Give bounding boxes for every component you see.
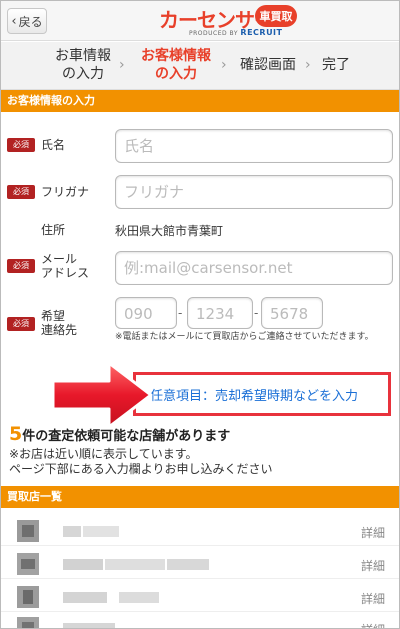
shop-thumbnail — [17, 617, 39, 628]
shop-count-text: 件の査定依頼可能な店舗があります — [22, 429, 231, 444]
back-label: 戻る — [18, 14, 43, 29]
shop-list-header: 買取店一覧 — [1, 486, 399, 508]
phone-input-3[interactable]: 5678 — [261, 297, 323, 329]
progress-steps: お車情報 の入力 › お客様情報 の入力 › 確認画面 › 完了 — [1, 42, 399, 90]
required-badge: 必須 — [7, 138, 35, 152]
shop-detail-link[interactable]: 詳細 — [361, 524, 385, 541]
name-label: 氏名 — [41, 138, 66, 152]
optional-items-box: 任意項目：売却希望時期などを入力 — [133, 372, 391, 416]
email-input[interactable]: 例:mail@carsensor.net — [115, 251, 393, 285]
address-label: 住所 — [41, 223, 66, 237]
required-badge: 必須 — [7, 317, 35, 331]
shop-detail-link[interactable]: 詳細 — [361, 557, 385, 574]
furigana-label: フリガナ — [41, 185, 90, 199]
chevron-right-icon: › — [221, 57, 227, 73]
pointing-arrow-icon — [51, 361, 153, 429]
step-confirm: 確認画面 — [240, 57, 296, 73]
required-badge: 必須 — [7, 259, 35, 273]
shop-detail-link[interactable]: 詳細 — [361, 590, 385, 607]
address-value: 秋田県大館市青葉町 — [115, 224, 224, 238]
step-car-info: お車情報 の入力 — [55, 48, 111, 82]
page-frame: ‹ 戻る カーセンサー 車買取 PRODUCED BY RECRUIT お車情報… — [0, 0, 400, 629]
shop-row[interactable]: 詳細 — [1, 549, 399, 579]
shop-row[interactable]: 詳細 — [1, 613, 399, 628]
logo-badge: 車買取 — [255, 5, 297, 27]
customer-section-header: お客様情報の入力 — [1, 90, 399, 112]
step-customer-info: お客様情報 の入力 — [141, 48, 211, 82]
name-input[interactable]: 氏名 — [115, 129, 393, 163]
chevron-left-icon: ‹ — [11, 13, 17, 29]
furigana-input[interactable]: フリガナ — [115, 175, 393, 209]
phone-note: ※電話またはメールにて買取店からご連絡させていただきます。 — [115, 332, 374, 342]
app-header: ‹ 戻る カーセンサー 車買取 PRODUCED BY RECRUIT — [1, 1, 399, 41]
step-complete: 完了 — [322, 57, 350, 73]
shop-thumbnail — [17, 553, 39, 575]
phone-separator: - — [178, 306, 183, 320]
phone-label: 希望 連絡先 — [41, 309, 78, 337]
shop-row[interactable]: 詳細 — [1, 582, 399, 612]
shop-detail-link[interactable]: 詳細 — [361, 621, 385, 628]
back-button[interactable]: ‹ 戻る — [7, 8, 47, 34]
shop-thumbnail — [17, 520, 39, 542]
logo-produced: PRODUCED BY RECRUIT — [189, 28, 283, 37]
phone-input-1[interactable]: 090 — [115, 297, 177, 329]
shop-apply-note: ページ下部にある入力欄よりお申し込みください — [9, 462, 273, 476]
required-badge: 必須 — [7, 185, 35, 199]
shop-count-line: 5件の査定依頼可能な店舗があります — [9, 423, 230, 445]
shop-thumbnail — [17, 586, 39, 608]
optional-items-link[interactable]: 任意項目：売却希望時期などを入力 — [150, 385, 358, 404]
shop-count: 5 — [9, 423, 23, 445]
email-label: メール アドレス — [41, 252, 90, 280]
shop-row[interactable]: 詳細 — [1, 516, 399, 546]
phone-input-2[interactable]: 1234 — [187, 297, 253, 329]
chevron-right-icon: › — [305, 57, 311, 73]
chevron-right-icon: › — [119, 57, 125, 73]
phone-separator: - — [254, 306, 259, 320]
